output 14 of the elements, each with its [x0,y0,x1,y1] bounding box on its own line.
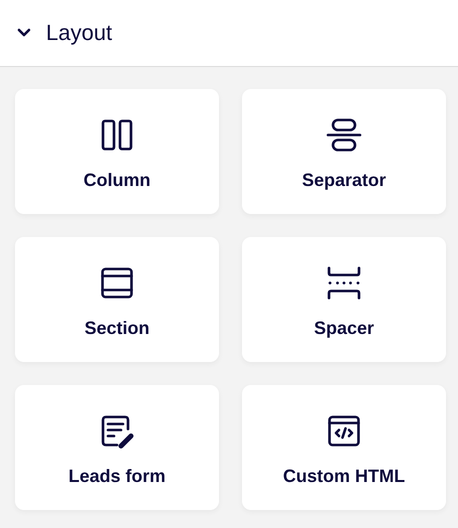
section-title: Layout [46,20,112,46]
spacer-icon [326,265,362,301]
section-header[interactable]: Layout [0,0,458,67]
block-card[interactable]: Section [15,237,219,362]
form-edit-icon [99,413,135,449]
separator-icon [326,117,362,153]
code-window-icon [326,413,362,449]
block-card[interactable]: Custom HTML [242,385,446,510]
block-card[interactable]: Leads form [15,385,219,510]
block-card[interactable]: Column [15,89,219,214]
section-icon [99,265,135,301]
block-card[interactable]: Separator [242,89,446,214]
columns-icon [99,117,135,153]
block-card[interactable]: Spacer [242,237,446,362]
